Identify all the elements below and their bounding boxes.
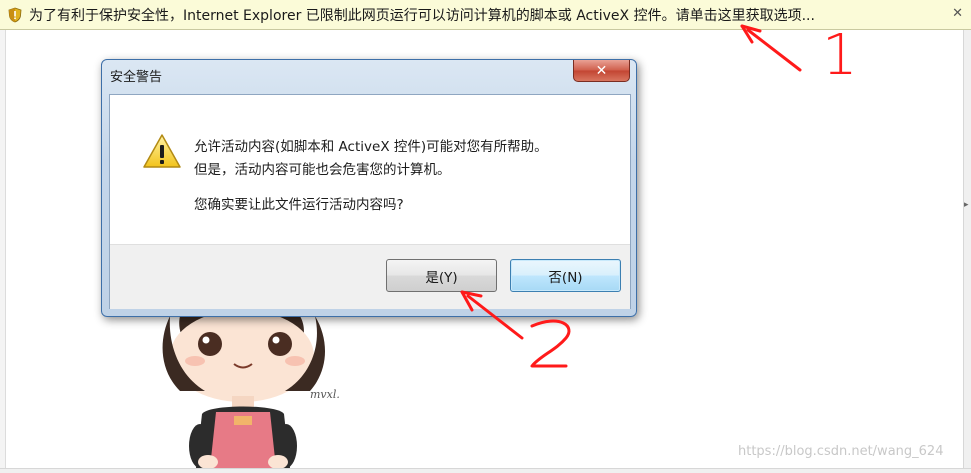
shield-warning-icon xyxy=(8,7,22,22)
dialog-title: 安全警告 xyxy=(110,70,163,85)
message-line-1: 允许活动内容(如脚本和 ActiveX 控件)可能对您有所帮助。 xyxy=(194,139,548,155)
confirm-question: 您确实要让此文件运行活动内容吗? xyxy=(194,197,404,213)
infobar-message[interactable]: 为了有利于保护安全性，Internet Explorer 已限制此网页运行可以访… xyxy=(29,5,815,25)
yes-button[interactable]: 是(Y) xyxy=(386,259,497,292)
close-icon: ✕ xyxy=(595,62,608,79)
browser-window: 为了有利于保护安全性，Internet Explorer 已限制此网页运行可以访… xyxy=(0,0,971,473)
message-line-2: 但是，活动内容可能也会危害您的计算机。 xyxy=(194,162,451,178)
cartoon-character-image: mvxl. xyxy=(162,316,340,468)
left-frame-edge xyxy=(0,30,6,470)
scroll-arrow-icon[interactable]: ▸ xyxy=(964,200,969,210)
annotation-number-1: 1 xyxy=(822,23,858,88)
infobar-close-icon[interactable]: ✕ xyxy=(952,6,963,21)
warning-triangle-icon xyxy=(143,134,181,168)
vertical-scrollbar[interactable]: ▸ xyxy=(963,30,971,470)
bottom-frame-edge xyxy=(0,468,971,473)
no-button[interactable]: 否(N) xyxy=(510,259,621,292)
signature-text: mvxl. xyxy=(310,388,340,401)
annotation-arrow-1 xyxy=(746,28,802,72)
dialog-content: 允许活动内容(如脚本和 ActiveX 控件)可能对您有所帮助。 但是，活动内容… xyxy=(109,94,631,309)
ie-information-bar[interactable]: 为了有利于保护安全性，Internet Explorer 已限制此网页运行可以访… xyxy=(0,0,971,30)
security-warning-dialog: 安全警告 ✕ 允许活动内容(如脚本和 ActiveX 控件)可能对您有所帮助。 … xyxy=(101,59,637,317)
dialog-close-button[interactable]: ✕ xyxy=(573,60,630,82)
annotation-digit-2-stroke xyxy=(530,319,571,368)
watermark-text: https://blog.csdn.net/wang_624 xyxy=(738,444,944,459)
